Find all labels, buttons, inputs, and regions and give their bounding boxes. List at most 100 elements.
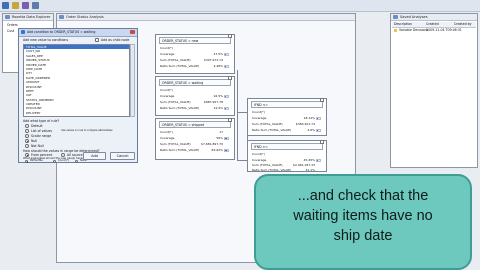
- tree-item[interactable]: Orders: [7, 23, 18, 27]
- list-scrollbar[interactable]: [130, 44, 135, 117]
- row-value: 56%: [216, 136, 223, 140]
- row-key: Count(*): [252, 110, 265, 114]
- row-value: 18.12%: [303, 116, 315, 120]
- row-key: Sum (TOTAL_VALUE): [160, 142, 191, 146]
- node-header: IFND >=: [251, 143, 323, 150]
- new-icon[interactable]: [12, 2, 19, 9]
- connector: [237, 112, 247, 113]
- node-checkbox[interactable]: [320, 140, 324, 144]
- node-box-shipped[interactable]: ORDER_STATUS = shipped Count(*) 17 Covera…: [155, 118, 235, 160]
- rule-type-radio[interactable]: [25, 124, 29, 128]
- row-value: 4.6%: [307, 128, 315, 132]
- analysis-titlebar[interactable]: Order Status Analysis: [57, 14, 355, 21]
- node-row: Count(*): [252, 152, 321, 157]
- node-row: Ratio Sum (TOTAL_VALUE) 31.1%: [252, 168, 321, 173]
- child-node-checkbox[interactable]: [95, 38, 99, 42]
- row-value: 12.9%: [213, 106, 223, 110]
- aggregate-radio[interactable]: [75, 160, 78, 163]
- analysis-title: Order Status Analysis: [66, 15, 104, 19]
- table-row[interactable]: Variable Decisions 2009-11-04 T09:46:31: [392, 28, 476, 33]
- dialog-titlebar[interactable]: Add condition to ORDER_STATUS = waiting: [19, 29, 137, 37]
- tree-item[interactable]: Cust: [7, 29, 14, 33]
- row-key: Ratio Sum (TOTAL_VALUE): [160, 64, 200, 68]
- app-logo-icon[interactable]: [2, 2, 9, 9]
- node-checkbox[interactable]: [228, 76, 232, 80]
- bar-fill: [225, 150, 228, 151]
- node-checkbox[interactable]: [228, 118, 232, 122]
- field-list[interactable]: TOTAL_VALUE CUST_NO SALES_REP ORDER_STATUS O…: [23, 44, 130, 117]
- col-created-by[interactable]: Created by: [454, 22, 472, 26]
- ratio-bar: [224, 65, 229, 68]
- row-key: Ratio Sum (TOTAL_VALUE): [160, 148, 200, 152]
- rule-type-radio[interactable]: [25, 144, 29, 148]
- rule-type-radio[interactable]: [25, 134, 29, 138]
- open-icon[interactable]: [22, 2, 29, 9]
- ratio-bar: [316, 129, 321, 132]
- rule-type-label: Not Null: [31, 144, 44, 148]
- rule-type-title: Add what type of rule?: [23, 119, 60, 123]
- saved-title: Saved Analyses: [400, 15, 428, 19]
- rule-type-label: List of values: [31, 129, 53, 133]
- coverage-bar: [316, 117, 321, 120]
- node-box-new[interactable]: ORDER_STATUS = new Count(*) Coverage 27.5…: [155, 34, 235, 74]
- row-value: 4.48%: [213, 64, 223, 68]
- row-value: 16.5%: [213, 94, 223, 98]
- row-created: 2009-11-04 T09:46:31: [426, 28, 462, 32]
- row-value: $2,961,187.33: [293, 163, 315, 167]
- node-box-ifnd-1[interactable]: IFND <= Count(*) Coverage 18.12% Sum (TOT…: [247, 98, 327, 136]
- node-row: Coverage 18.12%: [252, 116, 321, 121]
- row-value: 17: [219, 130, 223, 134]
- node-row: Ratio Sum (TOTAL_VALUE) 4.6%: [252, 128, 321, 133]
- rule-type-radio[interactable]: [25, 139, 29, 143]
- ratio-bar: [224, 107, 229, 110]
- row-value: $7,681,897.70: [201, 142, 223, 146]
- row-key: Count(*): [160, 130, 173, 134]
- node-row: Sum (TOTAL_VALUE) $307,973.74: [160, 58, 229, 63]
- rule-type-radio[interactable]: [25, 129, 29, 133]
- col-created[interactable]: Created: [426, 22, 439, 26]
- row-key: Coverage: [252, 116, 267, 120]
- connector: [237, 160, 247, 161]
- connector: [237, 70, 238, 160]
- row-value: $383,201.74: [295, 122, 315, 126]
- cancel-button[interactable]: Cancel: [110, 152, 135, 160]
- aggregate-radio[interactable]: [25, 160, 28, 163]
- node-box-ifnd-2[interactable]: IFND >= Count(*) Coverage 45.45% Sum (TOT…: [247, 140, 327, 172]
- node-checkbox[interactable]: [320, 98, 324, 102]
- bar-fill: [225, 138, 227, 139]
- save-icon[interactable]: [32, 2, 39, 9]
- rule-compare-label: Use values on rule to compare alternativ…: [61, 129, 113, 132]
- window-icon: [393, 15, 398, 19]
- saved-titlebar[interactable]: Saved Analyses: [391, 14, 477, 21]
- node-header: ORDER_STATUS = shipped: [159, 121, 231, 128]
- node-header: ORDER_STATUS = new: [159, 37, 231, 44]
- row-key: Sum (TOTAL_VALUE): [252, 163, 283, 167]
- aggregate-radio[interactable]: [53, 160, 56, 163]
- node-row: Ratio Sum (TOTAL_VALUE) 12.9%: [160, 106, 229, 111]
- row-key: Ratio Sum (TOTAL_VALUE): [252, 128, 292, 132]
- explorer-title: Rosetta Data Explorer: [12, 15, 51, 19]
- row-key: Coverage: [160, 52, 175, 56]
- explorer-titlebar[interactable]: Rosetta Data Explorer: [3, 14, 53, 21]
- col-description[interactable]: Description: [394, 22, 412, 26]
- node-checkbox[interactable]: [228, 34, 232, 38]
- node-row: Count(*) 17: [160, 130, 229, 135]
- node-row: Ratio Sum (TOTAL_VALUE) 82.62%: [160, 148, 229, 153]
- node-title: ORDER_STATUS = new: [162, 39, 199, 43]
- coverage-bar: [224, 137, 229, 140]
- dialog-title: Add condition to ORDER_STATUS = waiting: [27, 30, 96, 34]
- aggregate-label: Percentile: [30, 159, 43, 162]
- bar-fill: [317, 160, 319, 161]
- add-button[interactable]: Add: [83, 152, 106, 160]
- list-item[interactable]: DELIVERY: [24, 111, 129, 115]
- node-box-waiting[interactable]: ORDER_STATUS = waiting Count(*) Coverage…: [155, 76, 235, 116]
- close-icon[interactable]: [130, 30, 135, 34]
- ratio-bar: [224, 149, 229, 152]
- row-value: 82.62%: [211, 148, 223, 152]
- aggregate-label: Count(*): [58, 159, 70, 162]
- caption-line: ship date: [333, 228, 393, 244]
- row-key: Coverage: [252, 158, 267, 162]
- node-row: Coverage 56%: [160, 136, 229, 141]
- bar-fill: [225, 54, 226, 55]
- add-condition-dialog: Add condition to ORDER_STATUS = waiting …: [18, 28, 138, 163]
